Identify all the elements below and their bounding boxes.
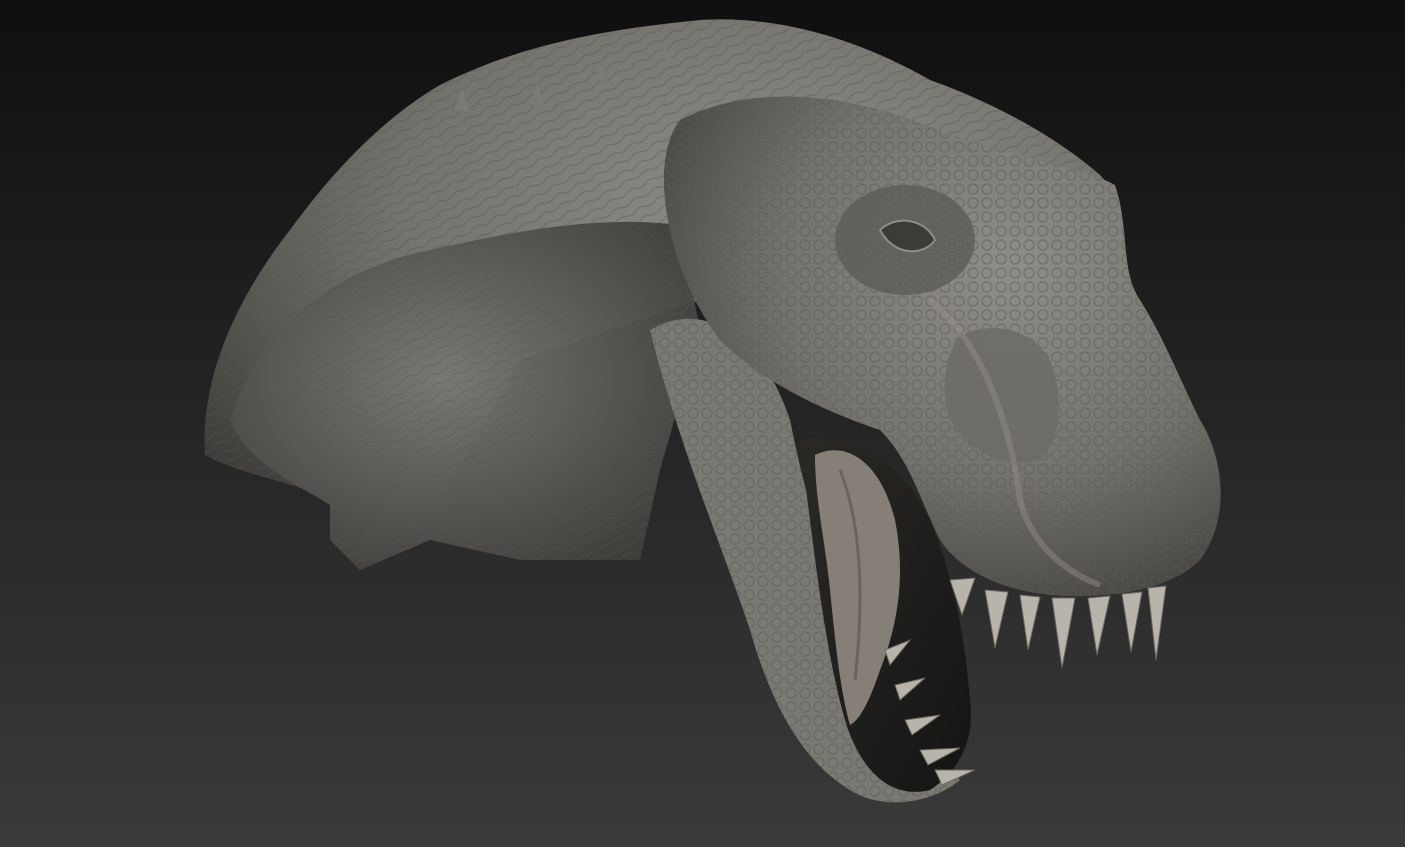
viewport-canvas[interactable]: [0, 0, 1405, 847]
sculpt-render: [0, 0, 1405, 847]
